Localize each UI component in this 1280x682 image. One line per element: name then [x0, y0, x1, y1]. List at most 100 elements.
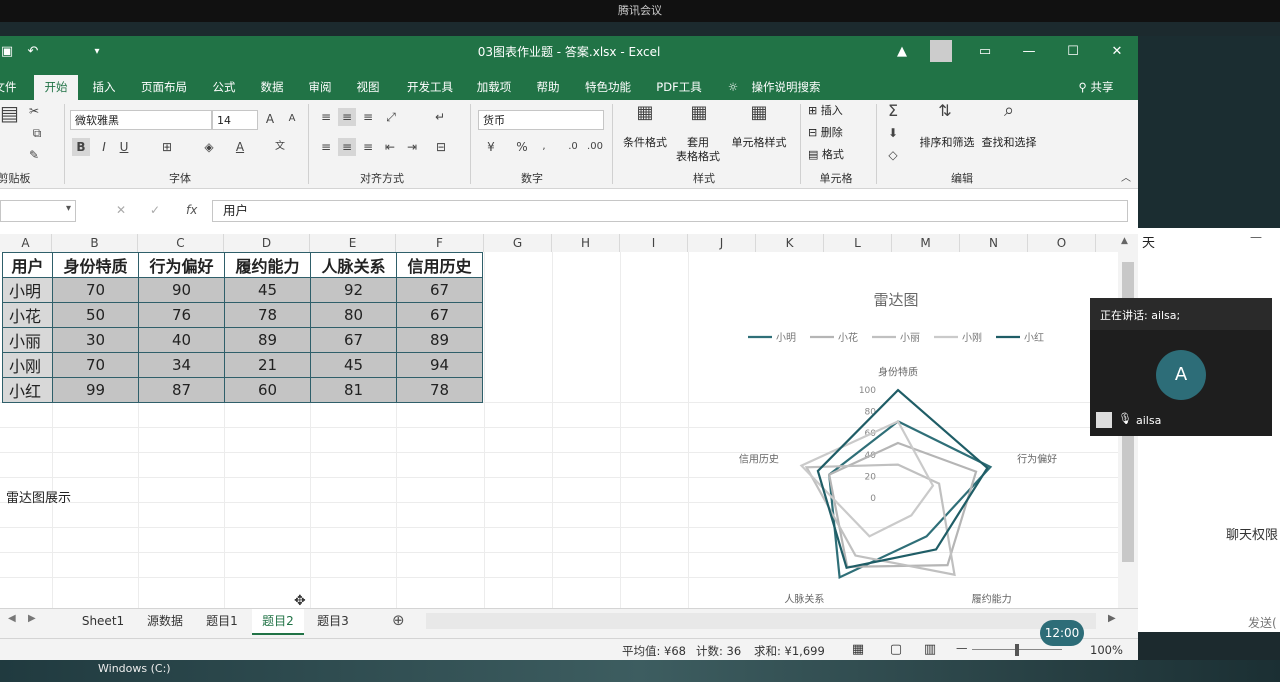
tab-insert[interactable]: 插入: [84, 75, 124, 100]
header-cell[interactable]: 人脉关系: [310, 252, 397, 278]
header-cell[interactable]: 信用历史: [396, 252, 483, 278]
warning-icon[interactable]: ▲: [894, 43, 910, 61]
find-select-button[interactable]: 查找和选择: [976, 136, 1042, 150]
table-cell[interactable]: 76: [138, 302, 225, 328]
horizontal-scrollbar[interactable]: [426, 613, 1096, 629]
italic-icon[interactable]: I: [96, 138, 112, 156]
table-cell[interactable]: 87: [138, 377, 225, 403]
font-size-select[interactable]: 14: [212, 110, 258, 130]
percent-icon[interactable]: %: [514, 138, 530, 156]
table-cell[interactable]: 60: [224, 377, 311, 403]
column-header[interactable]: A: [0, 234, 52, 252]
normal-view-icon[interactable]: ▦: [850, 642, 866, 657]
cut-icon[interactable]: ✂: [26, 102, 42, 120]
table-cell[interactable]: 89: [396, 327, 483, 353]
copy-icon[interactable]: ⧉: [26, 124, 48, 142]
table-format-label-1[interactable]: 套用: [676, 136, 720, 150]
comma-icon[interactable]: ,: [536, 138, 552, 156]
tab-scroll-left-icon[interactable]: ◀: [8, 613, 16, 624]
zoom-level[interactable]: 100%: [1090, 643, 1123, 657]
column-header[interactable]: N: [960, 234, 1028, 252]
chevron-down-icon[interactable]: ▾: [66, 203, 71, 214]
minimize-icon[interactable]: —: [1020, 43, 1038, 61]
column-header[interactable]: I: [620, 234, 688, 252]
sheet-tab[interactable]: Sheet1: [78, 609, 128, 633]
fill-color-icon[interactable]: ◈: [198, 138, 220, 156]
worksheet[interactable]: 用户 身份特质 行为偏好 履约能力 人脉关系 信用历史 小明 70 90 45 …: [0, 252, 1118, 608]
table-cell[interactable]: 89: [224, 327, 311, 353]
find-search-icon[interactable]: ⌕: [996, 102, 1022, 120]
column-header[interactable]: F: [396, 234, 484, 252]
tab-developer[interactable]: 开发工具: [400, 75, 460, 100]
align-center-icon[interactable]: ≡: [338, 138, 356, 156]
table-cell[interactable]: 40: [138, 327, 225, 353]
tab-home[interactable]: 开始: [34, 75, 78, 100]
table-cell[interactable]: 小花: [2, 302, 53, 328]
table-cell[interactable]: 78: [224, 302, 311, 328]
page-layout-view-icon[interactable]: ▢: [888, 642, 904, 657]
border-icon[interactable]: ⊞: [156, 138, 178, 156]
tab-scroll-right-icon[interactable]: ▶: [28, 613, 36, 624]
decrease-indent-icon[interactable]: ⇤: [382, 138, 398, 156]
tab-review[interactable]: 审阅: [300, 75, 340, 100]
collapse-ribbon-icon[interactable]: ︿: [1118, 170, 1134, 188]
customize-icon[interactable]: ▾: [90, 43, 104, 61]
maximize-icon[interactable]: ☐: [1064, 43, 1082, 61]
table-format-label-2[interactable]: 表格格式: [668, 150, 728, 164]
undo-icon[interactable]: ↶: [22, 43, 44, 61]
column-header[interactable]: H: [552, 234, 620, 252]
tab-special[interactable]: 特色功能: [578, 75, 638, 100]
tab-pdf-tools[interactable]: PDF工具: [650, 75, 708, 100]
microphone-icon[interactable]: 🎙: [1118, 412, 1132, 425]
sheet-tab[interactable]: 题目1: [198, 609, 246, 633]
grow-font-icon[interactable]: A: [262, 110, 278, 128]
number-format-select[interactable]: 货币: [478, 110, 604, 130]
close-icon[interactable]: ✕: [1108, 43, 1126, 61]
table-cell[interactable]: 67: [396, 302, 483, 328]
table-cell[interactable]: 50: [52, 302, 139, 328]
tab-view[interactable]: 视图: [348, 75, 388, 100]
page-break-view-icon[interactable]: ▥: [922, 642, 938, 657]
taskbar-drive-item[interactable]: Windows (C:): [98, 662, 218, 682]
send-button[interactable]: 发送(: [1248, 614, 1277, 631]
table-cell[interactable]: 80: [310, 302, 397, 328]
tab-data[interactable]: 数据: [252, 75, 292, 100]
scroll-up-icon[interactable]: ▲: [1121, 236, 1128, 246]
account-avatar[interactable]: [930, 40, 952, 62]
table-cell[interactable]: 67: [396, 277, 483, 303]
format-painter-icon[interactable]: ✎: [26, 146, 42, 164]
add-sheet-icon[interactable]: ⊕: [392, 611, 405, 629]
table-cell[interactable]: 99: [52, 377, 139, 403]
column-header[interactable]: G: [484, 234, 552, 252]
table-cell[interactable]: 小明: [2, 277, 53, 303]
wrap-text-icon[interactable]: ↵: [432, 108, 448, 126]
note-text[interactable]: 雷达图展示: [6, 487, 71, 506]
delete-cells-button[interactable]: ⊟ 删除: [808, 126, 868, 140]
conditional-format-icon[interactable]: ▦: [632, 104, 658, 122]
currency-icon[interactable]: ¥: [482, 138, 500, 156]
tab-page-layout[interactable]: 页面布局: [136, 75, 192, 100]
tab-formulas[interactable]: 公式: [204, 75, 244, 100]
align-top-icon[interactable]: ≡: [318, 108, 334, 126]
table-cell[interactable]: 70: [52, 352, 139, 378]
minimize-chat-icon[interactable]: —: [1250, 230, 1262, 244]
chat-permission[interactable]: 聊天权限: [1226, 524, 1278, 543]
table-cell[interactable]: 34: [138, 352, 225, 378]
cancel-icon[interactable]: ✕: [116, 203, 126, 217]
align-bottom-icon[interactable]: ≡: [360, 108, 376, 126]
column-header[interactable]: B: [52, 234, 138, 252]
align-middle-icon[interactable]: ≡: [338, 108, 356, 126]
decrease-decimal-icon[interactable]: .00: [586, 138, 604, 156]
table-cell[interactable]: 21: [224, 352, 311, 378]
zoom-thumb[interactable]: [1015, 644, 1019, 656]
name-box[interactable]: ▾: [0, 200, 76, 222]
column-header[interactable]: O: [1028, 234, 1096, 252]
increase-decimal-icon[interactable]: .0: [564, 138, 582, 156]
fill-icon[interactable]: ⬇: [884, 124, 902, 142]
bold-icon[interactable]: B: [72, 138, 90, 156]
autosum-icon[interactable]: Σ: [884, 102, 902, 120]
phonetic-icon[interactable]: 文: [272, 138, 288, 156]
share-button[interactable]: ⚲ 共享: [1072, 75, 1120, 100]
insert-function-icon[interactable]: fx: [186, 203, 197, 217]
table-cell[interactable]: 78: [396, 377, 483, 403]
